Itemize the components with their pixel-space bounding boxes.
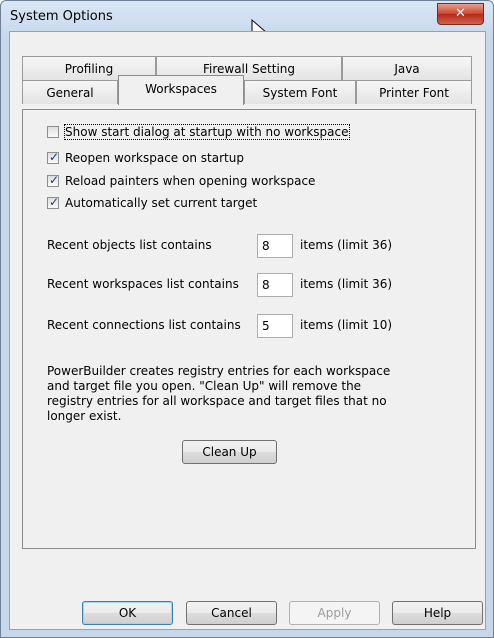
ok-label: OK [118,606,137,620]
recent-workspaces-limit: items (limit 36) [300,277,393,291]
tab-label: Workspaces [145,82,217,96]
recent-objects-label: Recent objects list contains [47,238,212,252]
checkbox-label: Automatically set current target [65,196,258,210]
tab-workspaces[interactable]: Workspaces [118,75,244,105]
checkbox-show-start-dialog[interactable]: Show start dialog at startup with no wor… [47,124,350,140]
cancel-button[interactable]: Cancel [186,601,277,625]
clean-up-label: Clean Up [202,445,257,459]
close-icon: ✕ [455,6,466,21]
apply-label: Apply [317,606,352,620]
tab-label: System Font [262,86,338,100]
recent-connections-label: Recent connections list contains [47,318,241,332]
checkbox-label: Reload painters when opening workspace [65,174,316,188]
clean-up-description: PowerBuilder creates registry entries fo… [47,364,391,423]
tab-general[interactable]: General [22,80,118,104]
checkbox-box[interactable] [47,195,59,209]
window-title: System Options [10,9,113,24]
tab-label: General [46,86,94,100]
tab-label: Java [394,62,420,76]
tab-label: Printer Font [379,86,449,100]
checkbox-reopen-workspace[interactable]: Reopen workspace on startup [47,150,244,166]
recent-workspaces-input[interactable] [257,273,293,297]
cancel-label: Cancel [211,606,252,620]
recent-objects-input[interactable] [257,234,293,258]
system-options-dialog: System Options ✕ Profiling Firewall Sett… [0,0,494,638]
tab-java[interactable]: Java [342,56,472,80]
checkbox-box[interactable] [47,126,59,138]
tab-printer-font[interactable]: Printer Font [356,80,472,104]
recent-connections-input[interactable] [257,314,293,338]
help-button[interactable]: Help [392,601,483,625]
checkbox-label: Show start dialog at startup with no wor… [64,124,350,140]
recent-connections-limit: items (limit 10) [300,318,393,332]
recent-workspaces-label: Recent workspaces list contains [47,277,239,291]
ok-button[interactable]: OK [82,601,173,625]
tab-system-font[interactable]: System Font [244,80,356,104]
clean-up-button[interactable]: Clean Up [182,440,277,464]
title-bar[interactable]: System Options ✕ [1,1,493,31]
tab-label: Profiling [64,62,114,76]
tab-label: Firewall Setting [202,62,296,76]
help-label: Help [423,606,452,620]
checkbox-auto-set-target[interactable]: Automatically set current target [47,195,257,211]
checkbox-reload-painters[interactable]: Reload painters when opening workspace [47,173,315,189]
checkbox-box[interactable] [47,150,59,164]
apply-button[interactable]: Apply [289,601,380,625]
checkbox-label: Reopen workspace on startup [65,151,244,165]
recent-objects-limit: items (limit 36) [300,238,393,252]
checkbox-box[interactable] [47,173,59,187]
close-button[interactable]: ✕ [437,3,484,25]
